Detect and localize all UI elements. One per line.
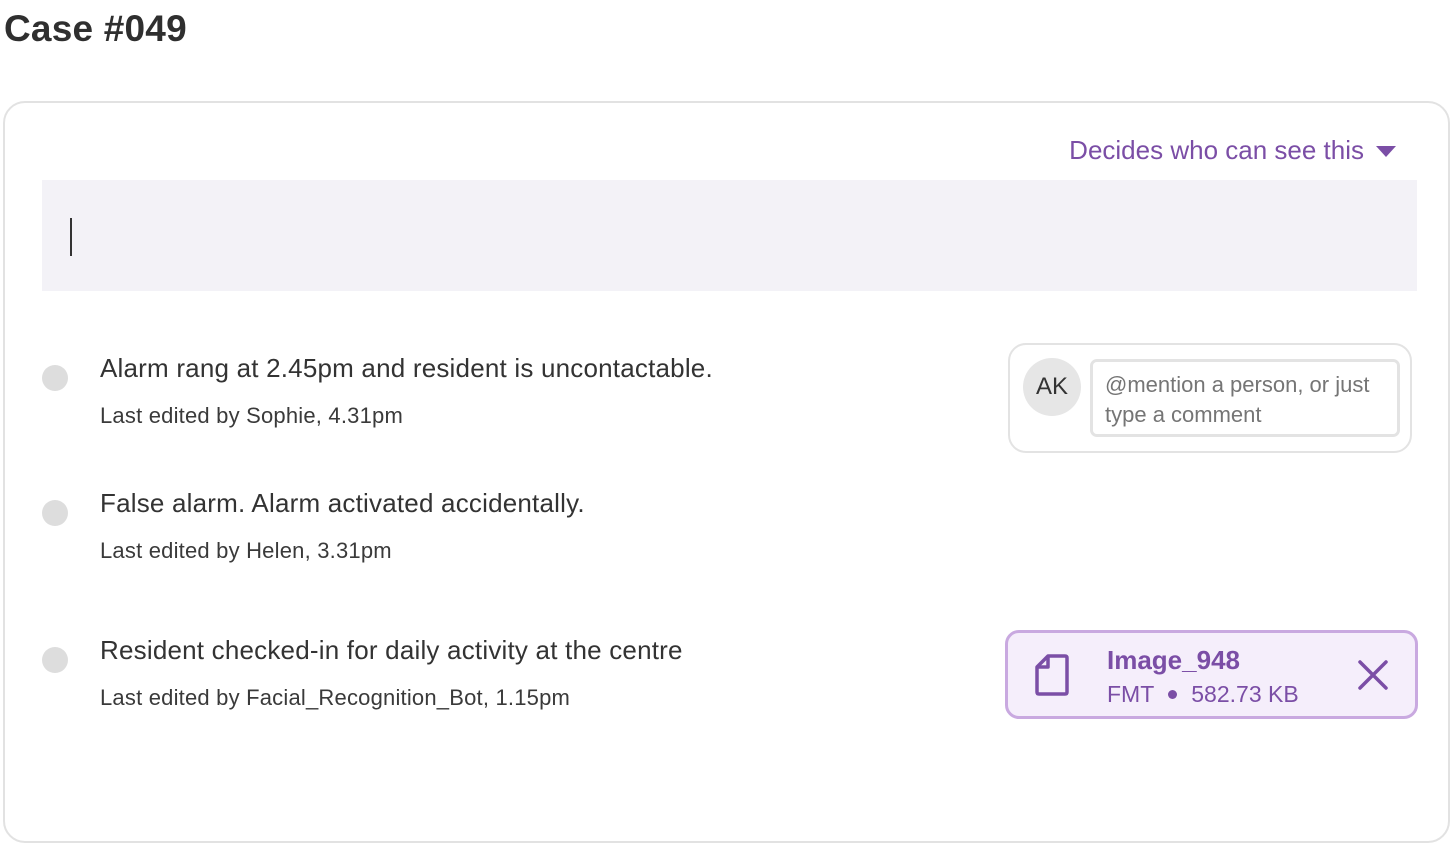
comment-box: AK [1008, 343, 1412, 453]
comment-input[interactable] [1090, 359, 1400, 437]
avatar: AK [1023, 358, 1081, 416]
page-title: Case #049 [4, 8, 187, 49]
timeline-dot [42, 647, 68, 673]
attachment-size: 582.73 KB [1191, 681, 1299, 707]
text-cursor [70, 218, 72, 256]
file-icon [1034, 653, 1070, 702]
note-editor[interactable] [42, 180, 1417, 291]
entry-text: Alarm rang at 2.45pm and resident is unc… [100, 353, 713, 383]
timeline-dot [42, 365, 68, 391]
entry-meta: Last edited by Sophie, 4.31pm [100, 403, 404, 428]
close-icon[interactable] [1357, 659, 1389, 696]
separator-dot [1168, 690, 1178, 699]
timeline-dot [42, 500, 68, 526]
entry-meta: Last edited by Helen, 3.31pm [100, 538, 392, 563]
visibility-dropdown[interactable]: Decides who can see this [1069, 135, 1396, 166]
caret-down-icon [1376, 146, 1396, 157]
attachment-details: FMT 582.73 KB [1107, 681, 1299, 708]
entry-meta: Last edited by Facial_Recognition_Bot, 1… [100, 685, 571, 710]
entry-text: Resident checked-in for daily activity a… [100, 635, 683, 665]
attachment-name: Image_948 [1107, 645, 1240, 675]
attachment-format: FMT [1107, 681, 1155, 707]
entry-text: False alarm. Alarm activated accidentall… [100, 488, 585, 518]
case-card: Decides who can see this Alarm rang at 2… [3, 101, 1450, 843]
attachment-chip[interactable]: Image_948 FMT 582.73 KB [1005, 630, 1418, 719]
visibility-label: Decides who can see this [1069, 135, 1364, 165]
